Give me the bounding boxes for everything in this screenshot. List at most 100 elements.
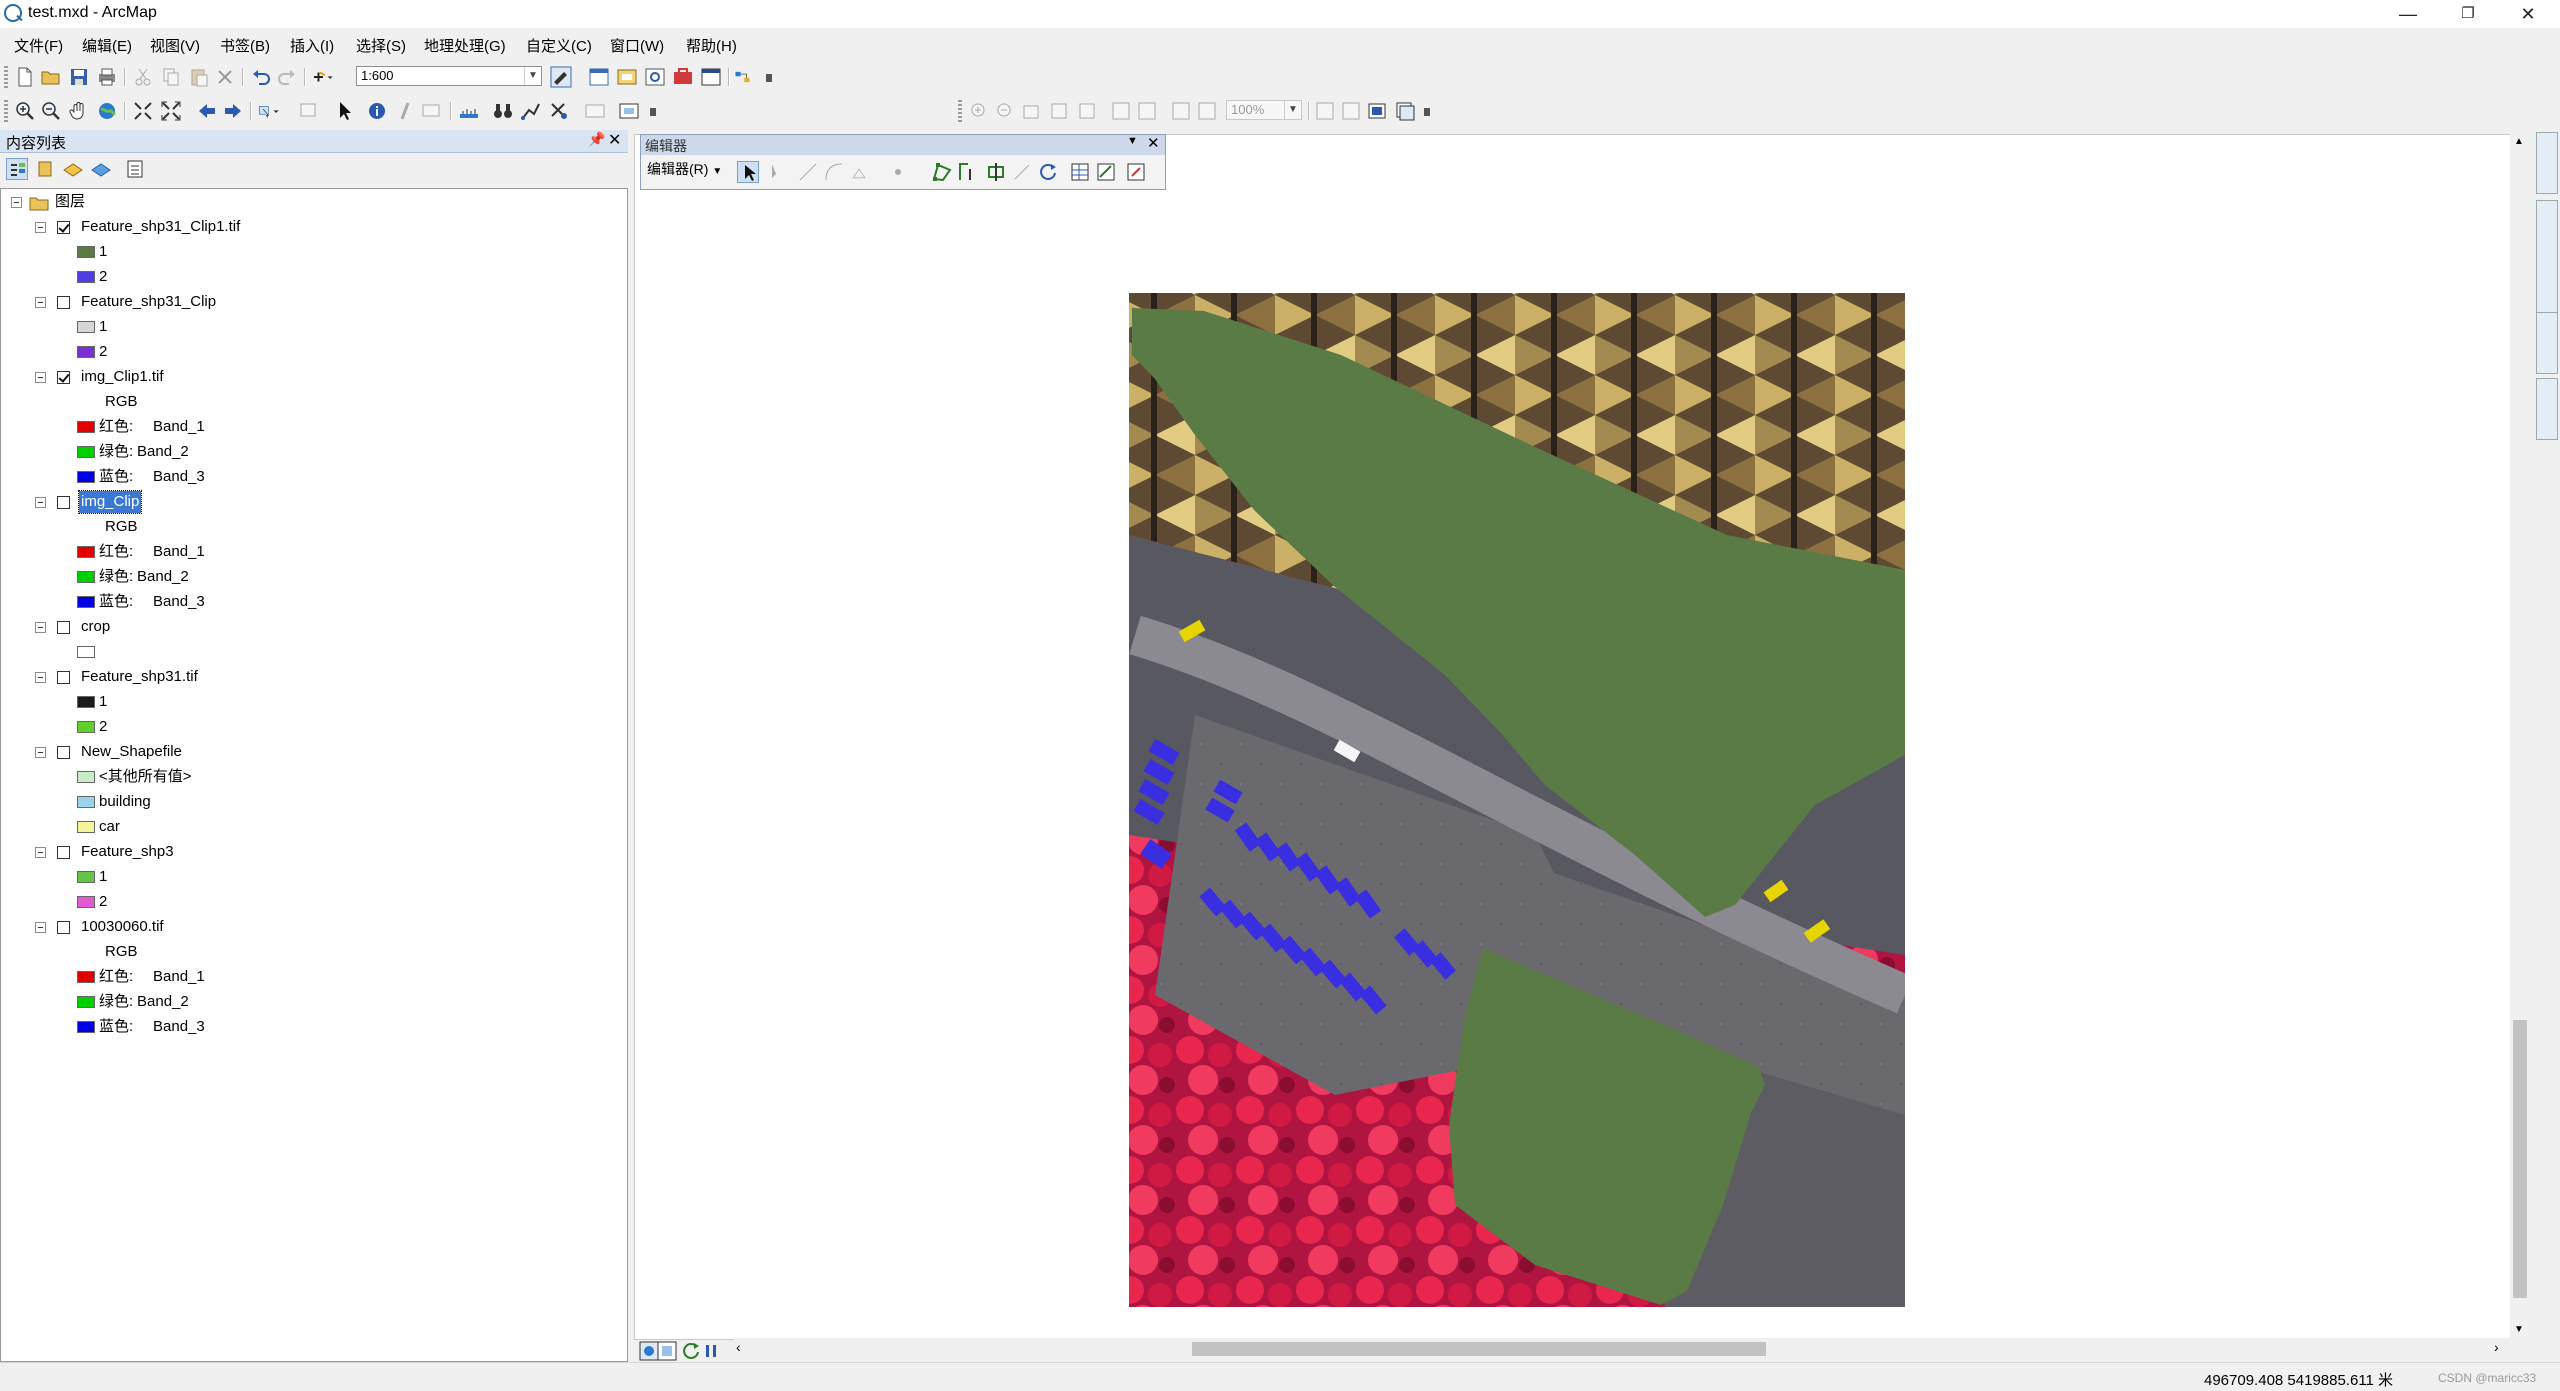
new-document-icon[interactable] [14,66,36,88]
sketch-properties-icon[interactable] [1095,161,1117,183]
menu-item-4[interactable]: 插入(I) [290,35,334,56]
attributes-icon[interactable] [1069,161,1091,183]
toc-options-icon[interactable] [124,158,146,180]
layer-name[interactable]: Feature_shp31_Clip1.tif [81,216,240,238]
time-slider-icon[interactable] [584,100,606,122]
layer-name[interactable]: Feature_shp3 [81,841,174,863]
scroll-down-icon[interactable]: ▼ [2514,1324,2524,1335]
straight-segment-icon[interactable] [797,161,819,183]
layer-visibility-checkbox[interactable] [57,221,70,234]
modelbuilder-icon[interactable] [734,66,764,88]
editor-toolbar-icon[interactable] [550,66,572,88]
menu-item-1[interactable]: 编辑(E) [82,35,132,56]
create-features-dock-tab[interactable] [2536,312,2558,374]
map-horizontal-scrollbar[interactable]: ‹ › [734,1338,2510,1360]
rotate-tool-icon[interactable] [1037,161,1059,183]
collapse-icon[interactable] [35,622,46,633]
edit-vertices-icon[interactable] [931,161,953,183]
redo-icon[interactable] [276,66,298,88]
arctoolbox-icon[interactable] [672,66,694,88]
layout-zoom-100-icon[interactable] [1076,100,1098,122]
collapse-icon[interactable] [35,222,46,233]
hyperlink-icon[interactable] [394,100,416,122]
close-window-button[interactable]: ✕ [2500,0,2556,28]
point-icon[interactable] [887,161,909,183]
layer-name[interactable]: crop [81,616,110,638]
back-arrow-icon[interactable] [196,100,218,122]
list-by-selection-icon[interactable] [90,158,112,180]
layer-name[interactable]: img_Clip [77,490,143,514]
layer-visibility-checkbox[interactable] [57,921,70,934]
clear-selection-icon[interactable] [298,100,320,122]
find-route-icon[interactable] [520,100,542,122]
menu-item-2[interactable]: 视图(V) [150,35,200,56]
vertical-scroll-thumb[interactable] [2513,1020,2527,1298]
collapse-icon[interactable] [35,372,46,383]
fixed-zoom-in-icon[interactable] [132,100,154,122]
collapse-icon[interactable] [35,297,46,308]
identify-icon[interactable] [366,100,388,122]
copy-icon[interactable] [160,66,182,88]
menu-item-3[interactable]: 书签(B) [220,35,270,56]
add-data-icon[interactable] [312,66,346,88]
layer-name[interactable]: img_Clip1.tif [81,366,164,388]
list-by-visibility-icon[interactable] [62,158,84,180]
menu-item-6[interactable]: 地理处理(G) [424,35,506,56]
save-icon[interactable] [68,66,90,88]
measure-icon[interactable] [458,100,480,122]
menu-item-7[interactable]: 自定义(C) [526,35,592,56]
close-toolbar-icon[interactable]: ✕ [1147,134,1160,152]
find-binoculars-icon[interactable] [492,100,514,122]
layer-name[interactable]: Feature_shp31.tif [81,666,198,688]
collapse-icon[interactable] [35,922,46,933]
full-extent-globe-icon[interactable] [96,100,118,122]
layout-zoom-in-icon[interactable] [968,100,990,122]
reshape-feature-icon[interactable] [957,161,979,183]
open-folder-icon[interactable] [40,66,62,88]
data-driven-pages-icon[interactable] [1394,100,1416,122]
goto-xy-icon[interactable] [548,100,570,122]
list-by-drawing-order-icon[interactable] [6,158,28,180]
layout-fixed-zoom-out-icon[interactable] [1136,100,1158,122]
map-canvas[interactable] [634,134,2516,1340]
layer-visibility-checkbox[interactable] [57,621,70,634]
focus-data-frame-icon[interactable] [1340,100,1362,122]
delete-icon[interactable] [214,66,236,88]
scroll-right-icon[interactable]: › [2494,1339,2499,1355]
layer-visibility-checkbox[interactable] [57,671,70,684]
editor-menu-button[interactable]: 编辑器(R) ▼ [647,159,722,179]
python-window-icon[interactable] [700,66,722,88]
catalog-dock-tab[interactable] [2536,132,2558,194]
edit-annotation-icon[interactable] [765,161,787,183]
select-elements-pointer-icon[interactable] [334,100,356,122]
results-dock-tab[interactable] [2536,378,2558,440]
cut-icon[interactable] [132,66,154,88]
catalog-window-icon[interactable] [616,66,638,88]
zoom-out-icon[interactable] [40,100,62,122]
chevron-down-icon[interactable]: ▼ [1127,135,1138,147]
refresh-icon[interactable] [680,1340,699,1359]
editor-toolbar-caption[interactable]: 编辑器 ▼ ✕ [641,135,1165,155]
forward-arrow-icon[interactable] [222,100,244,122]
print-icon[interactable] [96,66,118,88]
list-by-source-icon[interactable] [34,158,56,180]
menu-item-8[interactable]: 窗口(W) [610,35,664,56]
layer-visibility-checkbox[interactable] [57,746,70,759]
data-view-icon[interactable] [638,1340,659,1361]
cut-polygons-icon[interactable] [985,161,1007,183]
scroll-up-icon[interactable]: ▲ [2514,136,2524,147]
pin-icon[interactable]: 📌 [588,131,605,148]
collapse-icon[interactable] [35,747,46,758]
toc-window-icon[interactable] [588,66,610,88]
scroll-left-icon[interactable]: ‹ [736,1339,741,1355]
undo-icon[interactable] [250,66,272,88]
layer-name[interactable]: 10030060.tif [81,916,164,938]
split-tool-icon[interactable] [1011,161,1033,183]
fixed-zoom-out-icon[interactable] [160,100,182,122]
collapse-icon[interactable] [35,672,46,683]
search-window-icon[interactable] [644,66,666,88]
horizontal-scroll-thumb[interactable] [1192,1342,1766,1356]
layout-view-icon[interactable] [656,1340,677,1361]
viewer-window-icon[interactable] [618,100,640,122]
edit-tool-icon[interactable] [737,161,759,183]
